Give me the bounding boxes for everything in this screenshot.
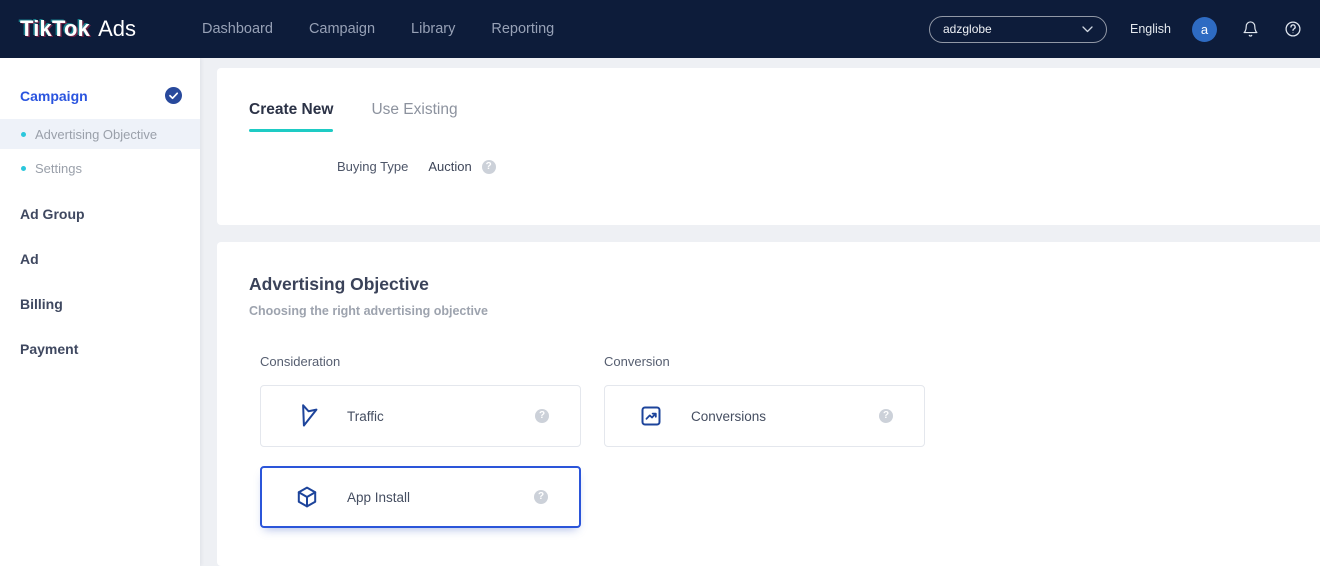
sidebar: Campaign Advertising Objective Settings … [0, 58, 200, 566]
bullet-icon [21, 132, 26, 137]
account-select[interactable]: adzglobe [929, 16, 1107, 43]
sidebar-item-advertising-objective[interactable]: Advertising Objective [0, 119, 200, 149]
navigation-arrow-icon [295, 404, 319, 428]
create-tabs: Create New Use Existing [249, 101, 1320, 132]
objective-option-traffic[interactable]: Traffic ? [260, 385, 581, 447]
nav-item-reporting[interactable]: Reporting [489, 15, 556, 43]
sidebar-campaign-label: Campaign [20, 88, 88, 104]
advertising-objective-card: Advertising Objective Choosing the right… [217, 242, 1320, 566]
sidebar-item-ad[interactable]: Ad [0, 236, 200, 281]
sidebar-item-settings[interactable]: Settings [0, 153, 200, 183]
bullet-icon [21, 166, 26, 171]
cube-icon [295, 485, 319, 509]
sidebar-item-campaign[interactable]: Campaign [0, 58, 200, 119]
help-icon[interactable]: ? [879, 409, 893, 423]
column-label-conversion: Conversion [604, 354, 925, 369]
trending-up-icon [639, 404, 663, 428]
page-title: Advertising Objective [249, 274, 1288, 295]
language-selector[interactable]: English [1130, 22, 1171, 36]
tiktok-ads-logo[interactable]: TikTok Ads [20, 16, 136, 42]
sidebar-item-label: Payment [20, 341, 78, 357]
chevron-down-icon [1082, 26, 1093, 33]
sidebar-item-label: Ad Group [20, 206, 85, 222]
sidebar-section-list: Ad Group Ad Billing Payment [0, 191, 200, 371]
sidebar-item-billing[interactable]: Billing [0, 281, 200, 326]
objective-option-conversions[interactable]: Conversions ? [604, 385, 925, 447]
main-content: Create New Use Existing Buying Type Auct… [217, 68, 1320, 566]
logo-ads-text: Ads [98, 16, 136, 42]
nav-item-dashboard[interactable]: Dashboard [200, 15, 275, 43]
avatar-initial: a [1201, 22, 1208, 37]
column-label-consideration: Consideration [260, 354, 581, 369]
objective-column-conversion: Conversion Conversions ? [604, 354, 925, 547]
check-badge-icon [165, 87, 182, 104]
sidebar-sub-label: Advertising Objective [35, 127, 157, 142]
help-icon[interactable]: ? [534, 490, 548, 504]
help-icon[interactable]: ? [535, 409, 549, 423]
page-subtitle: Choosing the right advertising objective [249, 304, 1288, 318]
sidebar-item-label: Ad [20, 251, 39, 267]
tab-use-existing[interactable]: Use Existing [371, 101, 457, 132]
help-icon[interactable]: ? [482, 160, 496, 174]
help-icon[interactable] [1284, 20, 1302, 38]
navbar-right-group: adzglobe English a [929, 16, 1306, 43]
tab-create-new[interactable]: Create New [249, 101, 333, 132]
objective-column-consideration: Consideration Traffic ? [260, 354, 581, 547]
notifications-bell-icon[interactable] [1242, 20, 1259, 38]
objective-option-label: Traffic [347, 409, 384, 424]
objective-option-app-install[interactable]: App Install ? [260, 466, 581, 528]
sidebar-item-label: Billing [20, 296, 63, 312]
primary-nav: Dashboard Campaign Library Reporting [200, 15, 556, 43]
sidebar-sub-label: Settings [35, 161, 82, 176]
buying-type-value: Auction [428, 159, 471, 174]
sidebar-item-ad-group[interactable]: Ad Group [0, 191, 200, 236]
logo-tiktok-text: TikTok [20, 16, 90, 42]
campaign-type-card: Create New Use Existing Buying Type Auct… [217, 68, 1320, 225]
nav-item-library[interactable]: Library [409, 15, 457, 43]
avatar[interactable]: a [1192, 17, 1217, 42]
objective-option-label: App Install [347, 490, 410, 505]
objective-options-grid: Consideration Traffic ? [260, 354, 1288, 547]
objective-option-label: Conversions [691, 409, 766, 424]
top-navbar: TikTok Ads Dashboard Campaign Library Re… [0, 0, 1320, 58]
buying-type-row: Buying Type Auction ? [249, 159, 1320, 174]
account-select-value: adzglobe [943, 22, 992, 36]
nav-item-campaign[interactable]: Campaign [307, 15, 377, 43]
buying-type-label: Buying Type [337, 159, 408, 174]
sidebar-item-payment[interactable]: Payment [0, 326, 200, 371]
